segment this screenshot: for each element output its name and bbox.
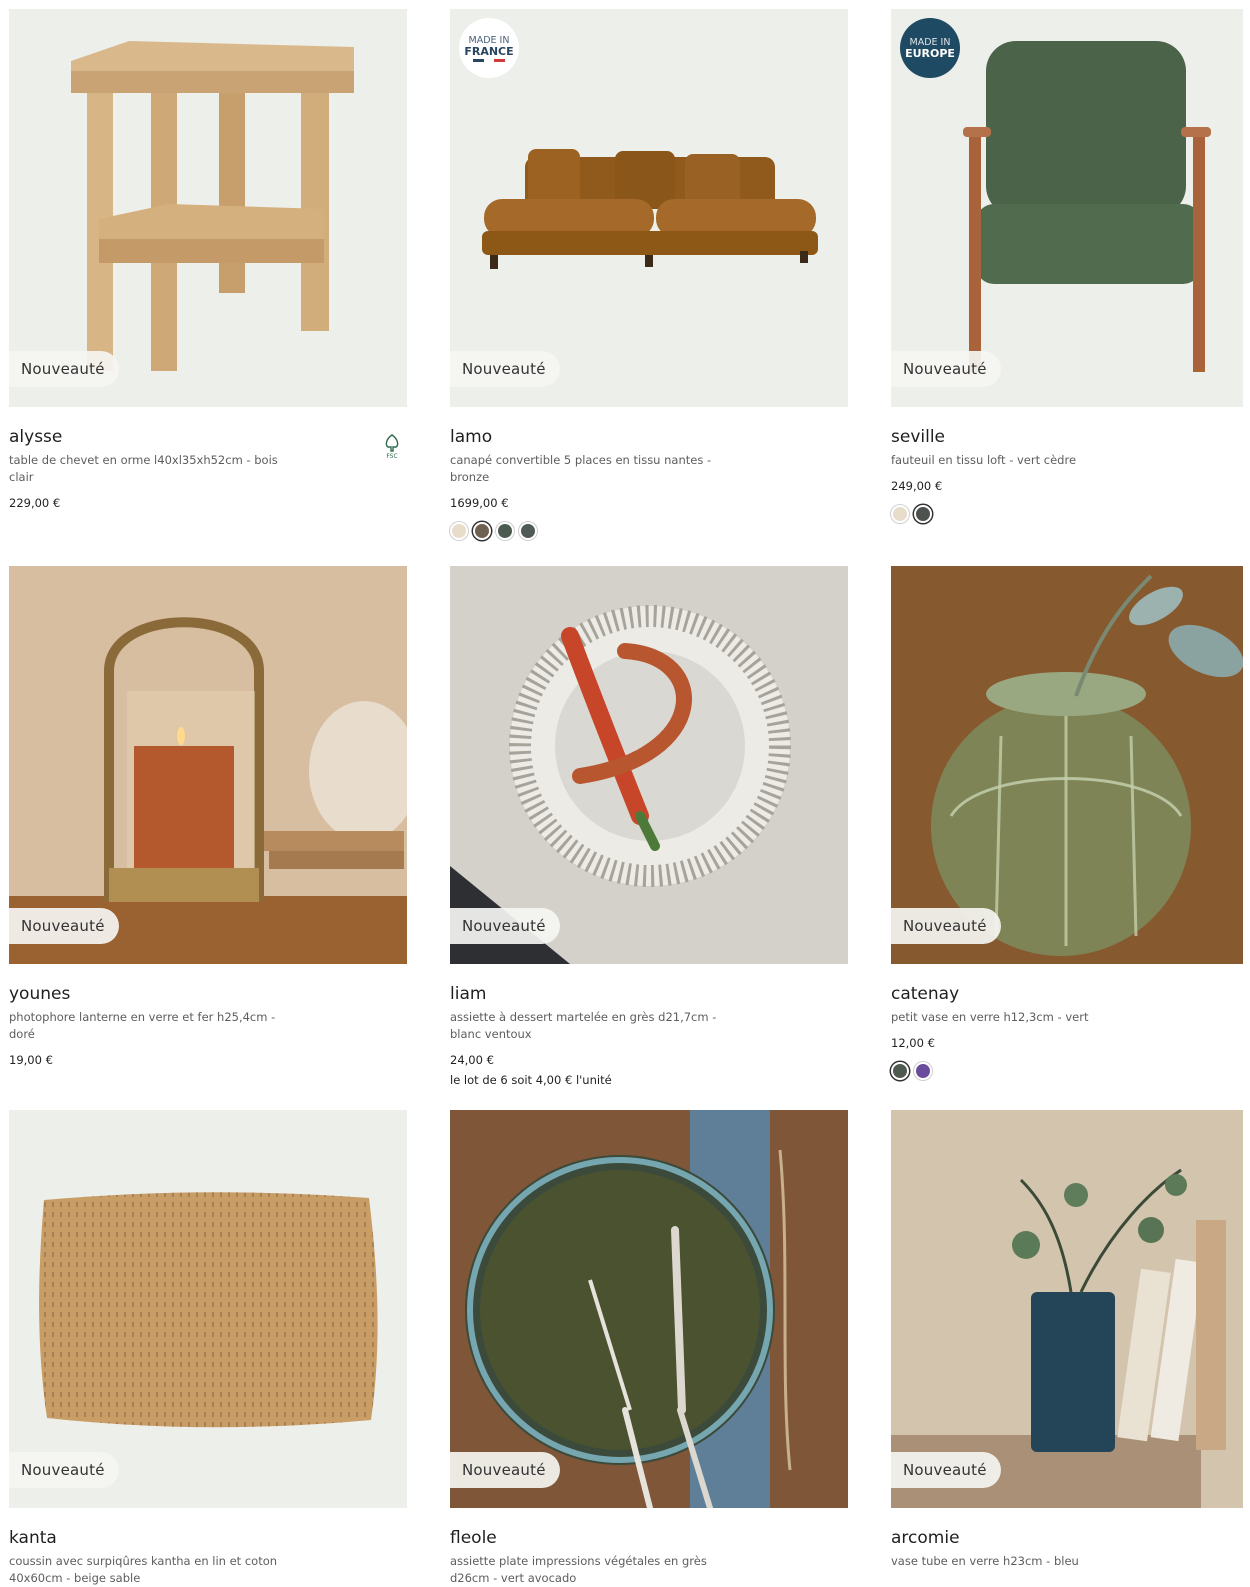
product-name[interactable]: kanta bbox=[9, 1527, 407, 1549]
product-card-liam[interactable]: Nouveauté liam assiette à dessert martel… bbox=[450, 566, 848, 1087]
swatch-green[interactable] bbox=[891, 1062, 909, 1080]
swatch-dark-green[interactable] bbox=[519, 522, 537, 540]
product-card-arcomie[interactable]: Nouveauté arcomie vase tube en verre h23… bbox=[891, 1110, 1243, 1570]
tube-vase-image bbox=[891, 1110, 1243, 1508]
product-card-alysse[interactable]: Nouveauté FSC alysse table de chevet en … bbox=[9, 9, 407, 510]
product-image[interactable]: MADE IN EUROPE Nouveauté bbox=[891, 9, 1243, 407]
new-badge: Nouveauté bbox=[450, 1452, 560, 1488]
made-in-europe-badge: MADE IN EUROPE bbox=[900, 18, 960, 78]
product-description: fauteuil en tissu loft - vert cèdre bbox=[891, 453, 1077, 467]
product-price: 229,00 € bbox=[9, 496, 61, 510]
color-swatches bbox=[891, 505, 1243, 523]
color-swatches bbox=[450, 522, 848, 540]
product-name[interactable]: arcomie bbox=[891, 1527, 1243, 1549]
product-name[interactable]: alysse bbox=[9, 426, 407, 448]
made-in-france-badge: MADE IN FRANCE bbox=[459, 18, 519, 78]
product-description: petit vase en verre h12,3cm - vert bbox=[891, 1010, 1089, 1024]
product-description: table de chevet en orme l40xl35xh52cm - … bbox=[9, 453, 278, 484]
product-image[interactable]: MADE IN FRANCE Nouveauté bbox=[450, 9, 848, 407]
product-description: assiette plate impressions végétales en … bbox=[450, 1554, 707, 1585]
new-badge: Nouveauté bbox=[450, 351, 560, 387]
product-description: canapé convertible 5 places en tissu nan… bbox=[450, 453, 712, 484]
product-name[interactable]: seville bbox=[891, 426, 1243, 448]
new-badge: Nouveauté bbox=[891, 908, 1001, 944]
dessert-plate-image bbox=[450, 566, 848, 964]
product-image[interactable]: Nouveauté bbox=[891, 566, 1243, 964]
product-name[interactable]: lamo bbox=[450, 426, 848, 448]
svg-text:FSC: FSC bbox=[386, 453, 397, 459]
product-image[interactable]: Nouveauté bbox=[9, 1110, 407, 1508]
cushion-image bbox=[39, 1192, 378, 1428]
product-price: 24,00 € bbox=[450, 1053, 494, 1067]
product-name[interactable]: younes bbox=[9, 983, 407, 1005]
product-name[interactable]: fleole bbox=[450, 1527, 848, 1549]
product-name[interactable]: liam bbox=[450, 983, 848, 1005]
product-price: 249,00 € bbox=[891, 479, 943, 493]
product-image[interactable]: Nouveauté bbox=[9, 566, 407, 964]
color-swatches bbox=[891, 1062, 1243, 1080]
swatch-beige[interactable] bbox=[450, 522, 468, 540]
product-card-younes[interactable]: Nouveauté younes photophore lanterne en … bbox=[9, 566, 407, 1067]
fsc-tree-icon: FSC bbox=[385, 434, 399, 459]
product-card-kanta[interactable]: Nouveauté kanta coussin avec surpiqûres … bbox=[9, 1110, 407, 1587]
product-price: 19,00 € bbox=[9, 1053, 53, 1067]
plate-image bbox=[450, 1110, 848, 1508]
new-badge: Nouveauté bbox=[9, 1452, 119, 1488]
product-card-fleole[interactable]: Nouveauté fleole assiette plate impressi… bbox=[450, 1110, 848, 1587]
product-description: assiette à dessert martelée en grès d21,… bbox=[450, 1010, 717, 1041]
swatch-green[interactable] bbox=[914, 505, 932, 523]
unit-price: le lot de 6 soit 4,00 € l'unité bbox=[450, 1073, 612, 1087]
product-card-lamo[interactable]: MADE IN FRANCE Nouveauté lamo canapé con… bbox=[450, 9, 848, 540]
product-name[interactable]: catenay bbox=[891, 983, 1243, 1005]
swatch-purple[interactable] bbox=[914, 1062, 932, 1080]
swatch-bronze[interactable] bbox=[473, 522, 491, 540]
product-description: coussin avec surpiqûres kantha en lin et… bbox=[9, 1554, 278, 1585]
product-image[interactable]: Nouveauté bbox=[9, 9, 407, 407]
new-badge: Nouveauté bbox=[450, 908, 560, 944]
product-card-catenay[interactable]: Nouveauté catenay petit vase en verre h1… bbox=[891, 566, 1243, 1080]
product-image[interactable]: Nouveauté bbox=[450, 566, 848, 964]
new-badge: Nouveauté bbox=[891, 351, 1001, 387]
swatch-green[interactable] bbox=[496, 522, 514, 540]
swatch-beige[interactable] bbox=[891, 505, 909, 523]
product-price: 1699,00 € bbox=[450, 496, 509, 510]
bedside-table-image bbox=[71, 41, 354, 371]
lantern-image bbox=[9, 566, 407, 964]
new-badge: Nouveauté bbox=[9, 908, 119, 944]
product-description: photophore lanterne en verre et fer h25,… bbox=[9, 1010, 276, 1041]
new-badge: Nouveauté bbox=[9, 351, 119, 387]
product-description: vase tube en verre h23cm - bleu bbox=[891, 1554, 1079, 1568]
product-image[interactable]: Nouveauté bbox=[450, 1110, 848, 1508]
product-card-seville[interactable]: MADE IN EUROPE Nouveauté seville fauteui… bbox=[891, 9, 1243, 523]
product-image[interactable]: Nouveauté bbox=[891, 1110, 1243, 1508]
product-price: 12,00 € bbox=[891, 1036, 935, 1050]
new-badge: Nouveauté bbox=[891, 1452, 1001, 1488]
vase-image bbox=[891, 566, 1243, 964]
